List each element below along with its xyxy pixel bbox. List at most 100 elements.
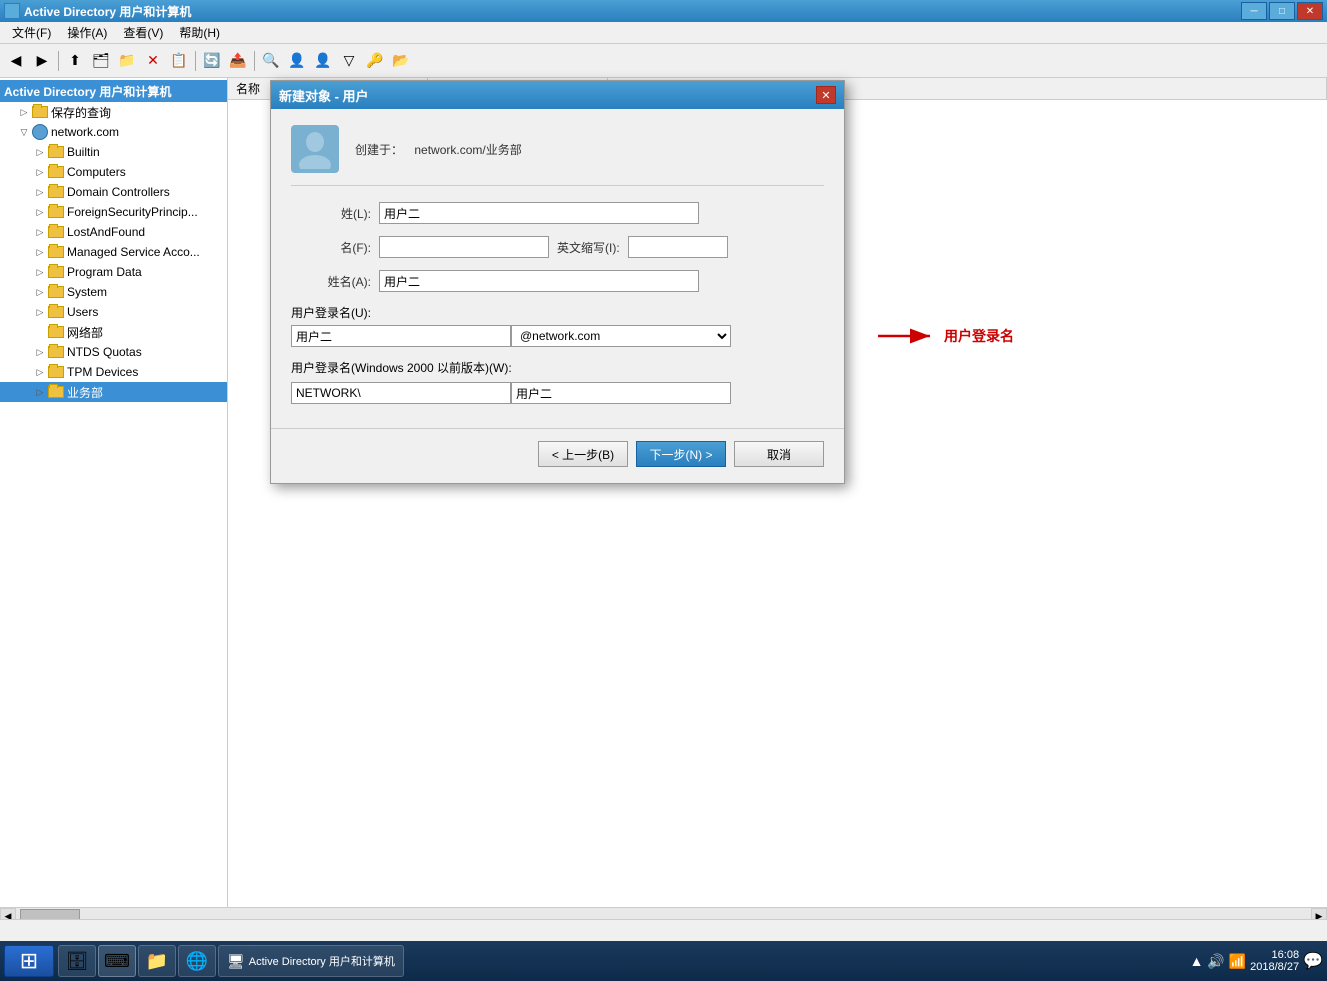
dialog-footer: < 上一步(B) 下一步(N) > 取消 <box>271 428 844 483</box>
window-title: Active Directory 用户和计算机 <box>24 3 191 20</box>
windows-logo-icon: ⊞ <box>20 948 38 974</box>
expand-icon: ▷ <box>32 244 48 260</box>
sidebar-item-program-data[interactable]: ▷ Program Data <box>0 262 227 282</box>
sidebar-label: TPM Devices <box>67 365 138 379</box>
sidebar-item-managed-service[interactable]: ▷ Managed Service Acco... <box>0 242 227 262</box>
expand-icon <box>32 324 48 340</box>
maximize-button[interactable]: □ <box>1269 2 1295 20</box>
menu-help[interactable]: 帮助(H) <box>171 22 228 43</box>
expand-icon: ▷ <box>32 284 48 300</box>
start-button[interactable]: ⊞ <box>4 945 54 977</box>
dialog-close-button[interactable]: ✕ <box>816 86 836 104</box>
win2000-prefix-input[interactable] <box>291 382 511 404</box>
sidebar-label: Users <box>67 305 98 319</box>
new-ou-button[interactable]: 📁 <box>115 49 139 73</box>
notification-icon: 💬 <box>1303 951 1323 971</box>
cancel-button[interactable]: 取消 <box>734 441 824 467</box>
taskbar-ad-item[interactable]: 🖥 Active Directory 用户和计算机 <box>218 945 404 977</box>
export-button[interactable]: 📤 <box>226 49 250 73</box>
taskbar-cmd-icon[interactable]: ⌨ <box>98 945 136 977</box>
menu-action[interactable]: 操作(A) <box>59 22 115 43</box>
close-button[interactable]: ✕ <box>1297 2 1323 20</box>
taskbar-network-icon[interactable]: 🌐 <box>178 945 216 977</box>
remove-member-button[interactable]: 👤 <box>311 49 335 73</box>
sidebar-item-tpm-devices[interactable]: ▷ TPM Devices <box>0 362 227 382</box>
create-label: 创建于： <box>355 143 403 157</box>
sidebar-item-network-com[interactable]: ▽ network.com <box>0 122 227 142</box>
folder-icon <box>48 204 64 220</box>
taskbar-right: ▲ 🔊 📶 16:08 2018/8/27 💬 <box>1190 949 1323 973</box>
sidebar-item-users[interactable]: ▷ Users <box>0 302 227 322</box>
window-controls: ─ □ ✕ <box>1241 2 1323 20</box>
next-button[interactable]: 下一步(N) > <box>636 441 726 467</box>
up-button[interactable]: ⬆ <box>63 49 87 73</box>
folder-icon <box>48 304 64 320</box>
full-name-label: 姓名(A): <box>291 273 371 290</box>
sidebar-item-builtin[interactable]: ▷ Builtin <box>0 142 227 162</box>
add-member-button[interactable]: 👤 <box>285 49 309 73</box>
english-abbr-input[interactable] <box>628 236 728 258</box>
minimize-button[interactable]: ─ <box>1241 2 1267 20</box>
sidebar-label: Managed Service Acco... <box>67 245 200 259</box>
sidebar-label: Builtin <box>67 145 100 159</box>
forward-button[interactable]: ▶ <box>30 49 54 73</box>
app-icon <box>4 3 20 19</box>
sidebar-item-saved-queries[interactable]: ▷ 保存的查询 <box>0 102 227 122</box>
win2000-label: 用户登录名(Windows 2000 以前版本)(W): <box>291 359 824 376</box>
full-name-input[interactable] <box>379 270 699 292</box>
expand-icon: ▷ <box>32 304 48 320</box>
menu-view[interactable]: 查看(V) <box>115 22 171 43</box>
back-button[interactable]: ◀ <box>4 49 28 73</box>
win2000-user-input[interactable] <box>511 382 731 404</box>
taskbar-explorer-icon[interactable]: 🗄 <box>58 945 96 977</box>
sidebar-item-system[interactable]: ▷ System <box>0 282 227 302</box>
last-name-label: 姓(L): <box>291 205 371 222</box>
expand-icon: ▷ <box>32 264 48 280</box>
sidebar-item-wangluo[interactable]: 网络部 <box>0 322 227 342</box>
refresh-button[interactable]: 🔄 <box>200 49 224 73</box>
expand-icon: ▷ <box>16 104 32 120</box>
back-button[interactable]: < 上一步(B) <box>538 441 628 467</box>
properties-button[interactable]: 📋 <box>167 49 191 73</box>
last-name-input[interactable] <box>379 202 699 224</box>
sidebar-label: network.com <box>51 125 119 139</box>
sidebar-label: 业务部 <box>67 384 103 401</box>
folder-icon <box>48 324 64 340</box>
last-name-row: 姓(L): <box>291 202 824 224</box>
filter-button[interactable]: ▽ <box>337 49 361 73</box>
sidebar-item-ntds-quotas[interactable]: ▷ NTDS Quotas <box>0 342 227 362</box>
sidebar-item-foreign-security[interactable]: ▷ ForeignSecurityPrincip... <box>0 202 227 222</box>
annotation-text: 用户登录名 <box>944 326 1014 346</box>
sidebar-label: NTDS Quotas <box>67 345 142 359</box>
folder-icon <box>48 364 64 380</box>
taskbar-folder-icon[interactable]: 📁 <box>138 945 176 977</box>
sidebar-item-yewu[interactable]: ▷ 业务部 <box>0 382 227 402</box>
toolbar-sep-1 <box>58 51 59 71</box>
system-tray-icons: ▲ 🔊 📶 <box>1190 953 1247 970</box>
delegate-button[interactable]: 🔑 <box>363 49 387 73</box>
show-tree-button[interactable]: 🗂 <box>89 49 113 73</box>
sidebar-item-domain-controllers[interactable]: ▷ Domain Controllers <box>0 182 227 202</box>
sidebar-label: 网络部 <box>67 324 103 341</box>
delete-button[interactable]: ✕ <box>141 49 165 73</box>
arrow-icon <box>878 325 938 347</box>
expand-icon: ▷ <box>32 224 48 240</box>
new-user-dialog: 新建对象 - 用户 ✕ 创建于： network.com/业务部 姓(L): 名… <box>270 80 845 484</box>
sidebar-item-computers[interactable]: ▷ Computers <box>0 162 227 182</box>
sidebar-label: Computers <box>67 165 126 179</box>
sidebar-header: Active Directory 用户和计算机 <box>0 80 227 102</box>
first-name-input[interactable] <box>379 236 549 258</box>
user-avatar-icon <box>291 125 339 173</box>
move-button[interactable]: 📂 <box>389 49 413 73</box>
domain-select[interactable]: @network.com <box>511 325 731 347</box>
taskbar-ad-label: Active Directory 用户和计算机 <box>249 953 395 969</box>
menu-file[interactable]: 文件(F) <box>4 22 59 43</box>
sidebar-item-lost-found[interactable]: ▷ LostAndFound <box>0 222 227 242</box>
folder-icon <box>32 104 48 120</box>
taskbar-ad-icon: 🖥 <box>227 953 245 970</box>
login-name-input[interactable] <box>291 325 511 347</box>
create-info-area: 创建于： network.com/业务部 <box>355 141 522 158</box>
folder-icon <box>48 224 64 240</box>
find-button[interactable]: 🔍 <box>259 49 283 73</box>
sidebar-label: LostAndFound <box>67 225 145 239</box>
